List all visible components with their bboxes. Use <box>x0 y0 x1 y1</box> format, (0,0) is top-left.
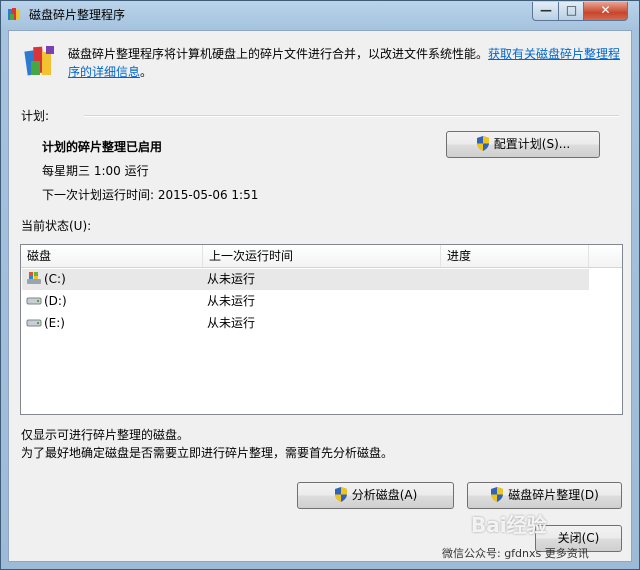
disk-row-e[interactable]: (E:) 从未运行 <box>22 313 589 334</box>
schedule-frequency: 每星期三 1:00 运行 <box>42 164 149 178</box>
defrag-app-icon <box>8 8 20 20</box>
schedule-next-run: 下一次计划运行时间: 2015-05-06 1:51 <box>42 188 259 202</box>
defragment-disk-button[interactable]: 磁盘碎片整理(D) <box>467 482 622 509</box>
schedule-status: 计划的碎片整理已启用 <box>42 140 163 154</box>
window-title: 磁盘碎片整理程序 <box>29 8 126 22</box>
disk-cell: (D:) <box>26 291 67 312</box>
disk-row-c[interactable]: (C:) 从未运行 <box>22 269 589 290</box>
minimize-icon: — <box>540 3 552 17</box>
note-line-2: 为了最好地确定磁盘是否需要立即进行碎片整理，需要首先分析磁盘。 <box>21 446 394 460</box>
disk-name: (E:) <box>44 316 65 330</box>
defragment-disk-label: 磁盘碎片整理(D) <box>508 488 599 502</box>
drive-icon <box>26 297 42 305</box>
column-header-progress[interactable]: 进度 <box>441 245 589 267</box>
configure-schedule-button[interactable]: 配置计划(S)... <box>446 131 600 158</box>
analyze-disk-label: 分析磁盘(A) <box>351 488 418 502</box>
close-button-label: 关闭(C) <box>557 531 600 545</box>
column-header-last-run[interactable]: 上一次运行时间 <box>203 245 441 267</box>
disk-cell: (E:) <box>26 313 65 334</box>
disk-list[interactable]: 磁盘 上一次运行时间 进度 (C:) 从未运行 (D:) 从未运行 (E:) 从… <box>20 244 623 415</box>
maximize-icon: □ <box>565 3 578 17</box>
disk-name: (C:) <box>44 272 66 286</box>
disk-row-d[interactable]: (D:) 从未运行 <box>22 291 589 312</box>
defrag-header-icon <box>24 46 54 76</box>
close-window-button[interactable]: ✕ <box>583 2 628 21</box>
maximize-button[interactable]: □ <box>558 2 585 21</box>
close-icon: ✕ <box>600 3 611 17</box>
uac-shield-icon <box>334 486 347 502</box>
configure-schedule-label: 配置计划(S)... <box>493 137 571 151</box>
disk-list-header: 磁盘 上一次运行时间 进度 <box>21 245 622 268</box>
description-text: 磁盘碎片整理程序将计算机硬盘上的碎片文件进行合并，以改进文件系统性能。 <box>68 47 489 61</box>
drive-icon <box>26 319 42 327</box>
wechat-watermark: 微信公众号: gfdnxs 更多资讯 <box>442 547 589 560</box>
schedule-section-label: 计划: <box>21 109 50 123</box>
system-drive-icon <box>27 272 41 284</box>
last-run-cell: 从未运行 <box>207 294 256 308</box>
baidu-watermark: Bai经验 <box>471 513 547 537</box>
last-run-cell: 从未运行 <box>207 316 256 330</box>
note-line-1: 仅显示可进行碎片整理的磁盘。 <box>21 428 190 442</box>
uac-shield-icon <box>476 135 489 151</box>
uac-shield-icon <box>491 486 504 502</box>
schedule-divider <box>84 115 619 117</box>
disk-name: (D:) <box>44 294 67 308</box>
current-status-label: 当前状态(U): <box>21 219 92 233</box>
description-period: 。 <box>140 65 153 79</box>
defrag-window: 磁盘碎片整理程序 — □ ✕ 磁盘碎片整理程序将计算机硬盘上的碎片文件进行合并，… <box>0 0 640 570</box>
last-run-cell: 从未运行 <box>207 272 256 286</box>
analyze-disk-button[interactable]: 分析磁盘(A) <box>297 482 454 509</box>
header-description: 磁盘碎片整理程序将计算机硬盘上的碎片文件进行合并，以改进文件系统性能。获取有关磁… <box>68 45 623 81</box>
dialog-body: 磁盘碎片整理程序将计算机硬盘上的碎片文件进行合并，以改进文件系统性能。获取有关磁… <box>8 30 632 562</box>
minimize-button[interactable]: — <box>532 2 560 21</box>
disk-cell: (C:) <box>26 269 66 290</box>
title-bar[interactable]: 磁盘碎片整理程序 — □ ✕ <box>1 1 639 27</box>
column-header-disk[interactable]: 磁盘 <box>21 245 203 267</box>
